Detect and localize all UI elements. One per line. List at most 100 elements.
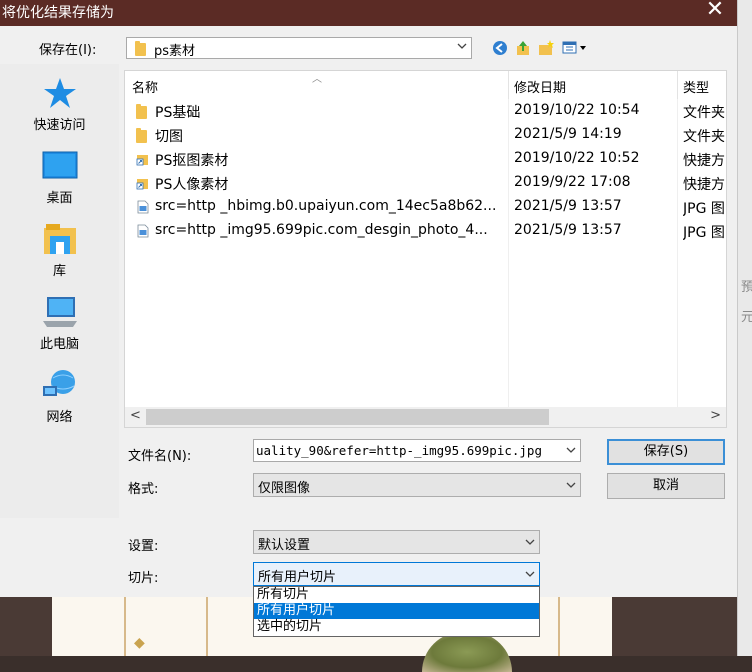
slices-dropdown-list: 所有切片 所有用户切片 选中的切片 xyxy=(253,586,540,637)
file-name: 切图 xyxy=(155,129,183,145)
folder-icon xyxy=(135,41,146,56)
file-name: src=http _hbimg.b0.upaiyun.com_14ec5a8b6… xyxy=(155,198,497,214)
file-name: src=http _img95.699pic.com_desgin_photo_… xyxy=(155,222,488,238)
place-label: 网络 xyxy=(46,410,73,425)
scroll-thumb[interactable] xyxy=(146,409,549,425)
shortcut-folder-icon xyxy=(136,179,148,190)
place-label: 库 xyxy=(52,264,66,279)
library-icon xyxy=(43,224,76,254)
settings-select[interactable]: 默认设置 xyxy=(253,530,540,554)
place-this-pc[interactable]: 此电脑 xyxy=(0,295,119,352)
slices-option[interactable]: 选中的切片 xyxy=(254,619,539,635)
file-name: PS人像素材 xyxy=(155,177,229,193)
save-in-label: 保存在(I): xyxy=(39,43,97,58)
place-desktop[interactable]: 桌面 xyxy=(0,149,119,206)
file-name: PS基础 xyxy=(155,105,201,121)
image-file-icon xyxy=(137,200,149,214)
file-name: PS抠图素材 xyxy=(155,153,229,169)
file-type: JPG 图 xyxy=(683,201,725,217)
chevron-down-icon xyxy=(457,43,467,49)
column-name[interactable]: 名称 xyxy=(132,77,158,96)
horizontal-scrollbar[interactable]: < > xyxy=(125,407,726,427)
file-type: JPG 图 xyxy=(683,225,725,241)
chevron-down-icon xyxy=(525,539,535,545)
file-row[interactable]: src=http _hbimg.b0.upaiyun.com_14ec5a8b6… xyxy=(125,195,726,219)
column-divider[interactable] xyxy=(677,71,678,99)
slices-value: 所有用户切片 xyxy=(258,570,337,585)
place-label: 快速访问 xyxy=(33,118,86,133)
app-side-panel: 預 元 xyxy=(737,0,752,656)
filename-label: 文件名(N): xyxy=(128,449,192,464)
folder-icon xyxy=(136,128,149,143)
side-panel-hint: 預 xyxy=(741,280,752,295)
up-folder-icon[interactable] xyxy=(514,39,532,57)
save-button[interactable]: 保存(S) xyxy=(607,439,725,465)
filename-input[interactable]: uality_90&refer=http-_img95.699pic.jpg xyxy=(253,439,581,462)
file-type: 文件夹 xyxy=(683,129,725,145)
chevron-down-icon xyxy=(525,571,535,577)
canvas-ornament-icon: ◆ xyxy=(134,635,145,651)
scroll-left-icon[interactable]: < xyxy=(130,408,141,423)
file-date: 2019/9/22 17:08 xyxy=(514,174,631,190)
save-in-value: ps素材 xyxy=(154,44,196,59)
new-folder-icon[interactable] xyxy=(537,39,555,57)
file-date: 2021/5/9 14:19 xyxy=(514,126,622,142)
place-quick-access[interactable]: 快速访问 xyxy=(0,76,119,133)
file-date: 2021/5/9 13:57 xyxy=(514,222,622,238)
file-list: ︿ 名称 修改日期 类型 PS基础 2019/10/22 10:54 文件夹 切… xyxy=(124,70,727,428)
close-icon[interactable]: ✕ xyxy=(702,0,728,22)
canvas-border-line xyxy=(558,597,560,656)
save-dialog: 将优化结果存储为 ✕ 保存在(I): ps素材 快速访问 桌面 库 此电脑 网络… xyxy=(0,0,737,597)
file-type: 文件夹 xyxy=(683,105,725,121)
slices-option-selected[interactable]: 所有用户切片 xyxy=(254,603,539,619)
slices-label: 切片: xyxy=(128,571,159,586)
side-panel-hint: 元 xyxy=(741,310,752,325)
sort-ascending-icon: ︿ xyxy=(312,74,322,85)
file-row[interactable]: PS基础 2019/10/22 10:54 文件夹 xyxy=(125,99,726,123)
file-row[interactable]: 切图 2021/5/9 14:19 文件夹 xyxy=(125,123,726,147)
filename-value: uality_90&refer=http-_img95.699pic.jpg xyxy=(256,443,542,458)
place-library[interactable]: 库 xyxy=(0,222,119,279)
slices-select[interactable]: 所有用户切片 xyxy=(253,562,540,586)
column-date[interactable]: 修改日期 xyxy=(514,77,566,96)
file-row[interactable]: src=http _img95.699pic.com_desgin_photo_… xyxy=(125,219,726,243)
settings-value: 默认设置 xyxy=(258,538,311,553)
slices-option[interactable]: 所有切片 xyxy=(254,587,539,603)
file-type: 快捷方 xyxy=(683,153,725,169)
canvas-border-line xyxy=(124,597,126,656)
file-list-header: ︿ 名称 修改日期 类型 xyxy=(125,71,726,99)
folder-icon xyxy=(136,104,149,119)
settings-label: 设置: xyxy=(128,539,159,554)
place-network[interactable]: 网络 xyxy=(0,368,119,425)
place-label: 桌面 xyxy=(46,191,73,206)
places-bar: 快速访问 桌面 库 此电脑 网络 xyxy=(0,64,119,518)
format-label: 格式: xyxy=(128,482,159,497)
dialog-title: 将优化结果存储为 xyxy=(2,5,114,21)
file-row[interactable]: PS抠图素材 2019/10/22 10:52 快捷方 xyxy=(125,147,726,171)
place-label: 此电脑 xyxy=(39,337,79,352)
cancel-button[interactable]: 取消 xyxy=(607,473,725,499)
format-select[interactable]: 仅限图像 xyxy=(253,473,581,497)
chevron-down-icon xyxy=(566,482,576,488)
file-date: 2019/10/22 10:54 xyxy=(514,102,640,118)
canvas-border-line xyxy=(206,597,208,656)
file-row[interactable]: PS人像素材 2019/9/22 17:08 快捷方 xyxy=(125,171,726,195)
chevron-down-icon[interactable] xyxy=(566,445,576,455)
file-type: 快捷方 xyxy=(683,177,725,193)
canvas-tea-image xyxy=(422,632,512,672)
network-icon xyxy=(42,370,75,396)
save-in-combo[interactable]: ps素材 xyxy=(126,37,472,59)
back-icon[interactable] xyxy=(491,39,509,57)
star-icon xyxy=(43,78,76,108)
image-file-icon xyxy=(137,224,149,238)
title-bar: 将优化结果存储为 ✕ xyxy=(0,0,737,26)
computer-icon xyxy=(42,297,77,327)
view-menu-icon[interactable] xyxy=(562,39,590,57)
file-date: 2021/5/9 13:57 xyxy=(514,198,622,214)
shortcut-folder-icon xyxy=(136,155,148,166)
file-date: 2019/10/22 10:52 xyxy=(514,150,640,166)
column-divider[interactable] xyxy=(508,71,509,99)
scroll-right-icon[interactable]: > xyxy=(710,408,721,423)
format-value: 仅限图像 xyxy=(258,481,311,496)
column-type[interactable]: 类型 xyxy=(683,77,709,96)
